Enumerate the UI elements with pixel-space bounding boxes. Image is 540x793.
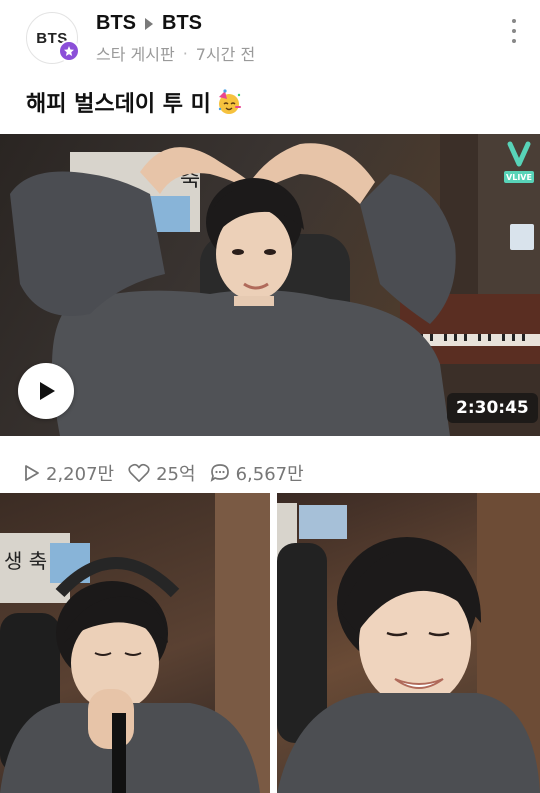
- play-icon: [40, 382, 55, 400]
- vlive-logo-icon: VLIVE: [504, 140, 534, 184]
- breadcrumb-source[interactable]: BTS: [96, 12, 136, 35]
- likes-count: 25억: [156, 464, 196, 485]
- photo-sign-text: 생 축: [4, 549, 47, 573]
- partying-face-icon: [215, 89, 243, 115]
- more-options-icon[interactable]: [504, 16, 524, 46]
- video-duration: 2:30:45: [447, 393, 538, 423]
- breadcrumb-arrow-icon: [145, 17, 153, 30]
- video-thumbnail: 축: [10, 134, 540, 436]
- breadcrumb: BTS BTS: [96, 12, 202, 35]
- board-name[interactable]: 스타 게시판: [96, 41, 175, 65]
- photo-2-image: [277, 493, 540, 793]
- star-badge-icon: [58, 40, 80, 62]
- vlive-badge-text: VLIVE: [506, 173, 532, 182]
- post-stats: 2,207만 25억 6,567만: [24, 460, 304, 486]
- play-count-icon: [25, 465, 39, 481]
- meta-separator: ·: [182, 43, 188, 63]
- post-time: 7시간 전: [195, 45, 256, 64]
- views-stat: 2,207만: [24, 460, 114, 486]
- post-title: 해피 벌스데이 투 미: [26, 86, 243, 118]
- post-meta: 스타 게시판 · 7시간 전: [96, 41, 255, 65]
- comments-stat[interactable]: 6,567만: [210, 460, 304, 486]
- comments-count: 6,567만: [235, 464, 304, 485]
- post-photo-1[interactable]: 생 축: [0, 493, 270, 793]
- play-button[interactable]: [18, 363, 74, 419]
- views-count: 2,207만: [46, 464, 115, 485]
- post-photo-2[interactable]: [277, 493, 540, 793]
- video-player[interactable]: 축 VLIVE 2:30:45: [0, 134, 540, 436]
- heart-icon[interactable]: [128, 463, 150, 483]
- post-header: BTS BTS BTS 스타 게시판 · 7시간 전: [0, 0, 540, 80]
- likes-stat[interactable]: 25억: [128, 460, 196, 486]
- comment-icon[interactable]: [210, 463, 230, 483]
- breadcrumb-target[interactable]: BTS: [162, 12, 202, 35]
- post-title-text: 해피 벌스데이 투 미: [26, 92, 211, 117]
- photo-1-image: 생 축: [0, 493, 270, 793]
